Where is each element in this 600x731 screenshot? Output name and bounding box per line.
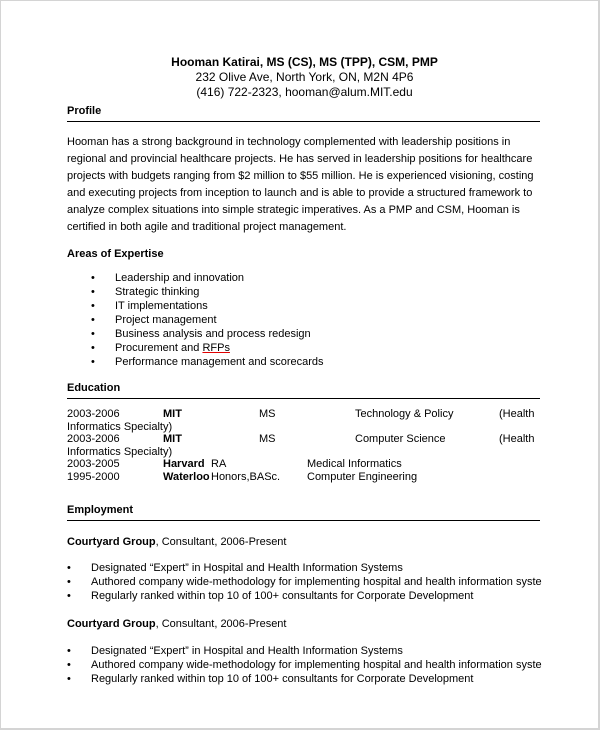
bullet-icon: •: [91, 272, 95, 284]
bullet-icon: •: [67, 562, 71, 574]
education-row: 2003-2006 MIT MS Computer Science (Healt…: [67, 433, 542, 446]
list-item: • IT implementations: [91, 300, 208, 312]
list-item: • Designated “Expert” in Hospital and Hea…: [67, 562, 403, 574]
edu-years: 2003-2006: [67, 433, 120, 445]
list-item: • Leadership and innovation: [91, 272, 245, 284]
edu-note: (Health: [499, 433, 535, 445]
edu-field: Computer Engineering: [307, 470, 418, 483]
list-item: • Designated “Expert” in Hospital and Hea…: [67, 645, 403, 657]
bullet-icon: •: [67, 590, 71, 602]
edu-degree: MS: [259, 433, 276, 445]
candidate-name: Hooman Katirai, MS (CS), MS (TPP), CSM, …: [171, 55, 438, 69]
profile-line: certified in both agile and traditional …: [67, 221, 347, 234]
education-table: 2003-2006 MIT MS Technology & Policy (He…: [67, 408, 542, 483]
resume-header: Hooman Katirai, MS (CS), MS (TPP), CSM, …: [67, 55, 542, 100]
list-item: • Project management: [91, 314, 217, 326]
profile-line: and executing projects from inception to…: [67, 187, 533, 200]
duties-list: • Designated “Expert” in Hospital and Hea…: [67, 644, 542, 686]
edu-school: MIT: [163, 408, 182, 420]
job-details: , Consultant, 2006-Present: [155, 618, 287, 630]
duties-list: • Designated “Expert” in Hospital and Hea…: [67, 561, 542, 603]
edu-school: Harvard: [163, 458, 205, 470]
section-heading-employment: Employment: [67, 503, 540, 521]
edu-degree: Honors,BASc.: [211, 470, 281, 483]
edu-note-continued: Informatics Specialty): [67, 445, 173, 458]
edu-degree: RA: [211, 458, 227, 470]
edu-school: Waterloo: [163, 470, 210, 483]
bullet-icon: •: [91, 328, 95, 340]
profile-line: analyze complex situations into simple s…: [67, 204, 520, 217]
edu-school: MIT: [163, 433, 182, 445]
section-heading-profile: Profile: [67, 104, 540, 122]
bullet-icon: •: [91, 314, 95, 326]
edu-years: 2003-2006: [67, 408, 120, 420]
profile-line: regional and provincial healthcare proje…: [67, 153, 533, 166]
edu-field: Technology & Policy: [355, 408, 454, 420]
document-content: Hooman Katirai, MS (CS), MS (TPP), CSM, …: [67, 1, 542, 731]
bullet-icon: •: [67, 645, 71, 657]
list-item: • Authored company wide-methodology for i…: [67, 576, 542, 588]
bullet-icon: •: [91, 342, 95, 354]
bullet-icon: •: [67, 576, 71, 588]
job-title: Courtyard Group, Consultant, 2006-Presen…: [67, 617, 286, 631]
company-name: Courtyard Group: [67, 536, 156, 548]
education-row: 2003-2006 MIT MS Technology & Policy (He…: [67, 408, 542, 421]
profile-line: Hooman has a strong background in techno…: [67, 136, 511, 148]
list-item: • Business analysis and process redesign: [91, 328, 311, 340]
bullet-icon: •: [67, 673, 71, 685]
edu-field: Computer Science: [355, 433, 446, 445]
profile-paragraph: Hooman has a strong background in techno…: [67, 134, 542, 237]
company-name: Courtyard Group: [67, 618, 156, 630]
bullet-icon: •: [91, 300, 95, 312]
section-heading-expertise: Areas of Expertise: [67, 248, 164, 260]
profile-line: projects with budgets ranging from $2 mi…: [67, 170, 534, 183]
edu-note: (Health: [499, 408, 535, 420]
edu-degree: MS: [259, 408, 276, 420]
edu-years: 2003-2005: [67, 458, 120, 470]
edu-field: Medical Informatics: [307, 458, 402, 470]
address: 232 Olive Ave, North York, ON, M2N 4P6: [195, 70, 414, 84]
document-page: Hooman Katirai, MS (CS), MS (TPP), CSM, …: [0, 0, 600, 730]
bullet-icon: •: [67, 659, 71, 671]
list-item: • Strategic thinking: [91, 286, 200, 298]
job-title: Courtyard Group, Consultant, 2006-Presen…: [67, 535, 286, 549]
edu-years: 1995-2000: [67, 470, 120, 483]
list-item: • Procurement and RFPs: [91, 342, 230, 354]
bullet-icon: •: [91, 286, 95, 298]
edu-note-continued: Informatics Specialty): [67, 420, 173, 433]
education-row: 1995-2000 Waterloo Honors,BASc. Computer…: [67, 471, 542, 484]
education-row: 2003-2005 Harvard RA Medical Informatics: [67, 458, 542, 471]
bullet-icon: •: [91, 356, 95, 368]
job-details: , Consultant, 2006-Present: [155, 536, 287, 548]
expertise-list: • Leadership and innovation • Strategic th…: [67, 271, 324, 369]
list-item: • Regularly ranked within top 10 of 100+ …: [67, 590, 474, 602]
section-heading-education: Education: [67, 381, 540, 399]
list-item: • Authored company wide-methodology for i…: [67, 659, 542, 671]
contact-info: (416) 722-2323, hooman@alum.MIT.edu: [196, 85, 413, 99]
list-item: • Performance management and scorecards: [91, 356, 324, 368]
spellcheck-flagged-word[interactable]: RFPs: [202, 342, 230, 354]
list-item: • Regularly ranked within top 10 of 100+ …: [67, 673, 474, 685]
